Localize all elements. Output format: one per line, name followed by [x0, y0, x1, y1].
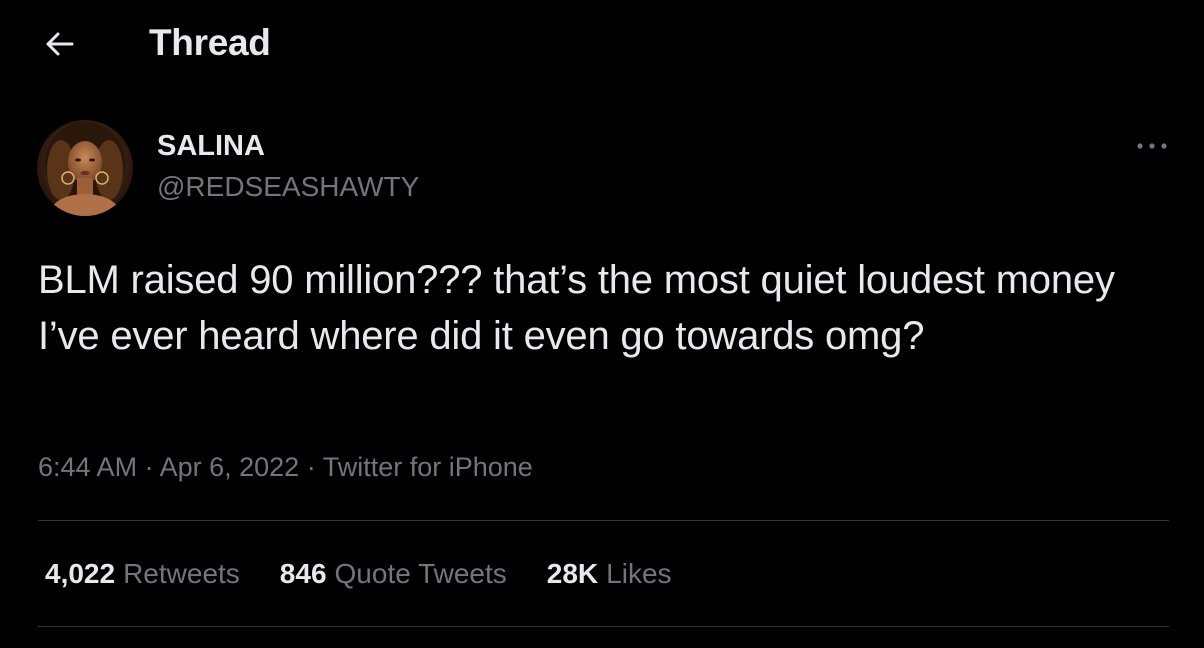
- tweet-meta: 6:44 AM · Apr 6, 2022 · Twitter for iPho…: [38, 452, 533, 483]
- divider: [38, 520, 1169, 521]
- retweets-label: Retweets: [123, 558, 240, 589]
- retweets-stat[interactable]: 4,022 Retweets: [45, 558, 240, 590]
- tweet-text: BLM raised 90 million??? that’s the most…: [38, 258, 1115, 358]
- arrow-left-icon: [46, 32, 74, 56]
- tweet-source[interactable]: Twitter for iPhone: [323, 452, 533, 482]
- profile-photo: [37, 120, 133, 216]
- more-dots-icon: [1137, 143, 1167, 149]
- quote-tweets-label: Quote Tweets: [334, 558, 507, 589]
- quote-tweets-stat[interactable]: 846 Quote Tweets: [280, 558, 507, 590]
- author-handle[interactable]: @REDSEASHAWTY: [157, 171, 419, 203]
- likes-stat[interactable]: 28K Likes: [547, 558, 672, 590]
- page-title: Thread: [149, 22, 271, 63]
- tweet-time[interactable]: 6:44 AM: [38, 452, 137, 482]
- meta-separator: ·: [144, 452, 160, 482]
- thread-header: Thread: [0, 0, 1204, 88]
- more-options-button[interactable]: [1132, 134, 1172, 158]
- likes-count: 28K: [546, 558, 599, 589]
- avatar[interactable]: [37, 120, 133, 216]
- retweets-count: 4,022: [45, 558, 116, 589]
- divider: [38, 626, 1169, 627]
- tweet-stats: 4,022 Retweets 846 Quote Tweets 28K Likes: [45, 558, 712, 590]
- quote-tweets-count: 846: [279, 558, 327, 589]
- back-button[interactable]: [38, 24, 80, 64]
- tweet-date[interactable]: Apr 6, 2022: [160, 452, 300, 482]
- likes-label: Likes: [606, 558, 672, 589]
- author-display-name[interactable]: SALINA: [157, 130, 265, 163]
- meta-separator: ·: [306, 452, 323, 482]
